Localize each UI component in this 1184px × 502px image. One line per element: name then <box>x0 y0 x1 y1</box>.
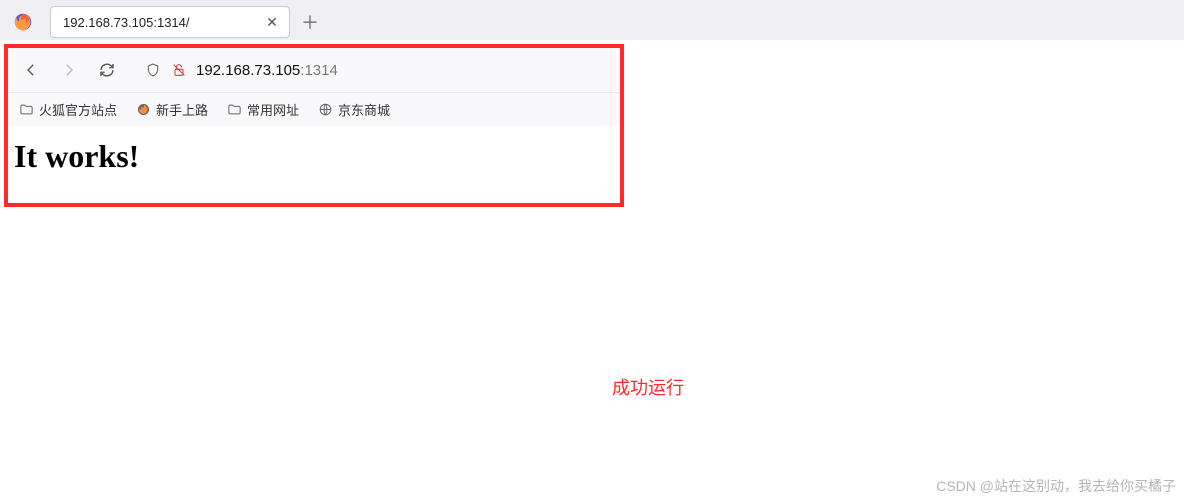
page-heading: It works! <box>14 138 614 175</box>
tab-title: 192.168.73.105:1314/ <box>63 15 255 30</box>
firefox-icon <box>135 102 151 118</box>
firefox-logo-icon <box>12 11 34 33</box>
url-text: 192.168.73.105:1314 <box>196 62 338 79</box>
url-host: 192.168.73.105 <box>196 62 300 79</box>
page-content: It works! <box>8 126 620 203</box>
annotation-caption: 成功运行 <box>612 374 684 400</box>
watermark-text: CSDN @站在这别动，我去给你买橘子 <box>936 476 1176 496</box>
back-button[interactable] <box>14 53 48 87</box>
bookmark-label: 火狐官方站点 <box>39 100 117 119</box>
bookmark-label: 新手上路 <box>156 100 208 119</box>
bookmark-item-common-urls[interactable]: 常用网址 <box>226 100 299 119</box>
bookmark-item-firefox-official[interactable]: 火狐官方站点 <box>18 100 117 119</box>
globe-icon <box>317 102 333 118</box>
shield-icon <box>144 61 162 79</box>
bookmark-label: 京东商城 <box>338 100 390 119</box>
url-port: :1314 <box>300 62 338 79</box>
lock-slash-icon <box>170 61 188 79</box>
address-bar[interactable]: 192.168.73.105:1314 <box>128 48 614 92</box>
folder-icon <box>226 102 242 118</box>
bookmark-label: 常用网址 <box>247 100 299 119</box>
browser-tab[interactable]: 192.168.73.105:1314/ ✕ <box>50 6 290 38</box>
reload-button[interactable] <box>90 53 124 87</box>
new-tab-button[interactable]: ＋ <box>296 8 324 36</box>
browser-navbar: 192.168.73.105:1314 <box>8 48 620 92</box>
browser-titlebar: 192.168.73.105:1314/ ✕ ＋ <box>0 0 1184 40</box>
bookmark-item-getting-started[interactable]: 新手上路 <box>135 100 208 119</box>
folder-icon <box>18 102 34 118</box>
close-icon[interactable]: ✕ <box>263 13 281 31</box>
bookmarks-toolbar: 火狐官方站点 新手上路 常用网址 京东商城 <box>8 92 620 126</box>
annotation-highlight-box: 192.168.73.105:1314 火狐官方站点 新手上路 常用网址 <box>4 44 624 207</box>
bookmark-item-jd[interactable]: 京东商城 <box>317 100 390 119</box>
forward-button[interactable] <box>52 53 86 87</box>
